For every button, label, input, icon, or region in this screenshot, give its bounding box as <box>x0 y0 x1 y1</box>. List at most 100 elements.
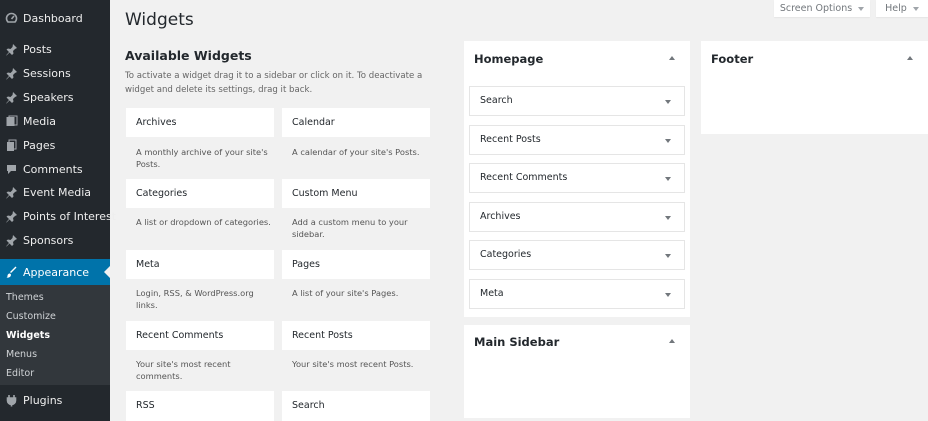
help-button[interactable]: Help <box>876 0 928 17</box>
pages-icon <box>5 139 18 152</box>
sidebar-item-sponsors[interactable]: Sponsors <box>0 228 110 252</box>
sidebar-item-points-of-interest[interactable]: Points of Interest <box>0 204 116 228</box>
widget-recent-comments[interactable]: Recent Comments <box>126 321 274 350</box>
chevron-down-icon <box>912 6 919 11</box>
homepage-widget-categories[interactable]: Categories <box>469 240 685 270</box>
widget-title: Pages <box>292 259 320 270</box>
sidebar-item-dashboard[interactable]: Dashboard <box>0 6 110 30</box>
sidebar-item-label: Pages <box>23 138 56 152</box>
submenu-item-editor[interactable]: Editor <box>6 368 34 379</box>
widget-title: RSS <box>136 400 155 411</box>
widget-title: Recent Comments <box>480 172 568 183</box>
sidebar-item-label: Posts <box>23 42 52 56</box>
widget-title: Archives <box>480 211 521 222</box>
widget-description: Your site's most recent Posts. <box>292 359 414 369</box>
sidebar-item-appearance[interactable]: Appearance <box>0 259 110 285</box>
sidebar-item-posts[interactable]: Posts <box>0 37 110 61</box>
widget-title: Calendar <box>292 117 335 128</box>
sidebar-item-pages[interactable]: Pages <box>0 133 110 157</box>
sidebar-area-main-sidebar[interactable]: Main Sidebar <box>464 325 690 418</box>
widget-search[interactable]: Search <box>282 391 430 421</box>
sidebar-item-label: Sponsors <box>23 233 74 247</box>
chevron-down-icon[interactable] <box>665 293 671 297</box>
available-widgets-description: To activate a widget drag it to a sideba… <box>125 71 423 95</box>
sidebar-item-comments[interactable]: Comments <box>0 157 110 181</box>
submenu-item-menus[interactable]: Menus <box>6 349 37 360</box>
page-title: Widgets <box>125 10 194 30</box>
homepage-widget-meta[interactable]: Meta <box>469 279 685 309</box>
homepage-widget-archives[interactable]: Archives <box>469 202 685 232</box>
widget-meta[interactable]: Meta <box>126 250 274 279</box>
sidebar-item-label: Appearance <box>23 265 90 279</box>
widget-description: A monthly archive of your site's Posts. <box>136 147 268 169</box>
screen-options-button[interactable]: Screen Options <box>774 0 870 17</box>
chevron-down-icon[interactable] <box>665 216 671 220</box>
widget-calendar[interactable]: Calendar <box>282 108 430 137</box>
pin-icon <box>5 67 18 80</box>
appearance-submenu: Themes Customize Widgets Menus Editor <box>0 285 110 385</box>
chevron-up-icon[interactable] <box>669 339 675 343</box>
homepage-widget-search[interactable]: Search <box>469 86 685 116</box>
submenu-item-widgets[interactable]: Widgets <box>6 330 50 341</box>
chevron-down-icon[interactable] <box>665 254 671 258</box>
area-title: Homepage <box>474 52 544 66</box>
pin-icon <box>5 210 18 223</box>
pin-icon <box>5 91 18 104</box>
widget-categories[interactable]: Categories <box>126 179 274 208</box>
homepage-widget-recent-comments[interactable]: Recent Comments <box>469 163 685 193</box>
sidebar-item-label: Points of Interest <box>23 209 117 223</box>
sidebar-item-media[interactable]: Media <box>0 109 110 133</box>
sidebar-item-label: Speakers <box>23 90 74 104</box>
sidebar-item-event-media[interactable]: Event Media <box>0 180 110 204</box>
available-widgets-title: Available Widgets <box>125 48 252 63</box>
widget-title: Categories <box>480 249 532 260</box>
active-indicator <box>104 266 110 278</box>
widget-title: Archives <box>136 117 177 128</box>
sidebar-item-label: Event Media <box>23 185 92 199</box>
submenu-item-customize[interactable]: Customize <box>6 311 56 322</box>
media-icon <box>5 115 18 128</box>
widget-title: Categories <box>136 188 188 199</box>
widget-custom-menu[interactable]: Custom Menu <box>282 179 430 208</box>
widget-archives[interactable]: Archives <box>126 108 274 137</box>
sidebar-item-label: Dashboard <box>23 11 83 25</box>
widget-title: Recent Posts <box>292 330 353 341</box>
chevron-up-icon[interactable] <box>907 56 913 60</box>
screen-options-label: Screen Options <box>779 3 853 14</box>
admin-sidebar: Dashboard Posts Sessions Speakers Media … <box>0 0 116 421</box>
widget-description: Add a custom menu to your sidebar. <box>292 217 408 239</box>
widget-description: A list or dropdown of categories. <box>136 217 271 227</box>
dashboard-icon <box>5 12 18 25</box>
sidebar-item-sessions[interactable]: Sessions <box>0 61 110 85</box>
widget-description: A calendar of your site's Posts. <box>292 147 420 157</box>
chevron-down-icon[interactable] <box>665 177 671 181</box>
chevron-down-icon[interactable] <box>665 100 671 104</box>
help-label: Help <box>885 3 907 14</box>
sidebar-area-footer[interactable]: Footer <box>701 41 928 134</box>
widget-rss[interactable]: RSS <box>126 391 274 421</box>
widget-pages[interactable]: Pages <box>282 250 430 279</box>
widget-description: A list of your site's Pages. <box>292 288 399 298</box>
brush-icon <box>5 266 18 279</box>
widget-title: Meta <box>480 288 504 299</box>
widget-title: Meta <box>136 259 160 270</box>
widget-recent-posts[interactable]: Recent Posts <box>282 321 430 350</box>
sidebar-item-label: Comments <box>23 162 83 176</box>
sidebar-item-label: Media <box>23 114 57 128</box>
sidebar-item-speakers[interactable]: Speakers <box>0 85 110 109</box>
chevron-down-icon[interactable] <box>665 139 671 143</box>
pin-icon <box>5 43 18 56</box>
pin-icon <box>5 186 18 199</box>
widget-title: Custom Menu <box>292 188 358 199</box>
sidebar-item-label: Sessions <box>23 66 71 80</box>
comment-icon <box>5 163 18 176</box>
widget-title: Search <box>480 95 513 106</box>
submenu-item-themes[interactable]: Themes <box>6 292 44 303</box>
sidebar-item-label: Plugins <box>23 393 63 407</box>
sidebar-item-plugins[interactable]: Plugins <box>0 388 110 412</box>
chevron-up-icon[interactable] <box>669 56 675 60</box>
homepage-widget-recent-posts[interactable]: Recent Posts <box>469 125 685 155</box>
chevron-down-icon <box>858 6 865 11</box>
pin-icon <box>5 234 18 247</box>
area-title: Main Sidebar <box>474 335 560 349</box>
